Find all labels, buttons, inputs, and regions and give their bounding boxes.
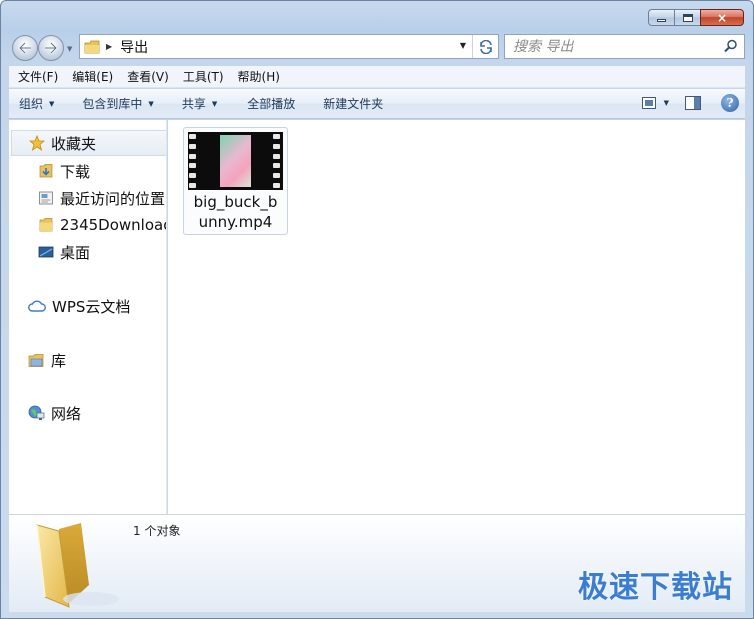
- sidebar-item-network[interactable]: 网络: [28, 402, 81, 424]
- organize-label: 组织: [19, 97, 44, 111]
- chevron-down-icon: ▼: [663, 99, 669, 107]
- minimize-button[interactable]: [648, 9, 674, 26]
- star-icon: [29, 135, 45, 151]
- navigation-pane: 收藏夹 下载 最近访问的位置 2345Downloads: [9, 120, 167, 514]
- film-strip-icon: [189, 134, 198, 188]
- video-thumbnail: [188, 132, 283, 190]
- maximize-icon: [682, 13, 693, 22]
- new-folder-label: 新建文件夹: [323, 97, 384, 111]
- new-folder-button[interactable]: 新建文件夹: [313, 95, 391, 112]
- file-name: big_buck_bunny.mp4: [193, 193, 278, 231]
- forward-button[interactable]: [38, 35, 64, 61]
- chevron-down-icon: ▼: [148, 99, 154, 108]
- sidebar-item-recent-places[interactable]: 最近访问的位置: [38, 187, 165, 209]
- sidebar-item-favorites[interactable]: 收藏夹: [11, 130, 166, 156]
- sidebar-item-library[interactable]: 库: [28, 349, 66, 371]
- file-list: big_buck_bunny.mp4: [168, 120, 745, 514]
- menu-tools[interactable]: 工具(T): [174, 68, 229, 85]
- folder-icon: [39, 218, 53, 232]
- preview-pane-button[interactable]: [685, 96, 701, 110]
- include-in-library-button[interactable]: 包含到库中 ▼: [72, 95, 161, 112]
- navigation-row: ▼ ▶ 导出 ▼: [1, 34, 753, 61]
- details-pane: 1 个对象 极速下载站: [9, 514, 745, 612]
- download-folder-icon: [39, 164, 53, 178]
- command-bar: 组织 ▼ 包含到库中 ▼ 共享 ▼ 全部播放 新建文件夹 ▼ ?: [9, 89, 745, 119]
- caption-buttons: ×: [648, 9, 744, 26]
- network-icon: [28, 405, 45, 420]
- address-history-dropdown-icon[interactable]: ▼: [460, 41, 466, 50]
- back-button[interactable]: [12, 35, 38, 61]
- file-item[interactable]: big_buck_bunny.mp4: [183, 127, 288, 235]
- search-icon[interactable]: [724, 39, 738, 53]
- sidebar-item-label: WPS云文档: [52, 297, 131, 316]
- sidebar-item-label: 2345Downloads: [60, 216, 166, 234]
- item-count: 1 个对象: [133, 524, 181, 538]
- organize-button[interactable]: 组织 ▼: [9, 95, 62, 112]
- chevron-down-icon: ▼: [49, 99, 55, 108]
- sidebar-item-downloads[interactable]: 下载: [38, 160, 90, 182]
- maximize-button[interactable]: [674, 9, 700, 26]
- address-bar[interactable]: ▶ 导出 ▼: [79, 34, 499, 59]
- refresh-button[interactable]: [472, 35, 498, 58]
- menu-edit[interactable]: 编辑(E): [63, 68, 118, 85]
- film-strip-icon: [273, 134, 282, 188]
- breadcrumb-separator-icon[interactable]: ▶: [106, 42, 112, 51]
- sidebar-item-label: 库: [51, 351, 67, 370]
- include-in-library-label: 包含到库中: [82, 97, 143, 111]
- sidebar-item-label: 网络: [51, 404, 82, 423]
- search-box[interactable]: [504, 34, 745, 59]
- library-icon: [28, 353, 44, 367]
- play-all-button[interactable]: 全部播放: [237, 95, 303, 112]
- sidebar-item-wps-cloud[interactable]: WPS云文档: [28, 295, 130, 317]
- play-all-label: 全部播放: [247, 97, 296, 111]
- search-input[interactable]: [513, 36, 723, 57]
- view-icon: [641, 97, 656, 109]
- close-icon: ×: [716, 10, 728, 25]
- chevron-down-icon: ▼: [211, 99, 218, 108]
- back-arrow-icon: [18, 42, 31, 54]
- watermark: 极速下载站: [578, 570, 733, 605]
- recent-pages-dropdown-icon[interactable]: ▼: [67, 45, 72, 53]
- menu-help[interactable]: 帮助(H): [229, 68, 285, 85]
- cloud-icon: [28, 300, 46, 312]
- close-button[interactable]: ×: [700, 9, 744, 26]
- explorer-window: × ▼ ▶ 导出 ▼ 搜索 导出 文件(F) 编辑(E) 查看(V) 工具(T)…: [0, 0, 754, 619]
- video-frame-image: [220, 135, 251, 187]
- help-icon[interactable]: ?: [721, 94, 739, 112]
- menu-view[interactable]: 查看(V): [118, 68, 174, 85]
- folder-large-icon: [36, 523, 119, 608]
- refresh-icon: [479, 39, 492, 54]
- sidebar-item-desktop[interactable]: 桌面: [38, 241, 90, 263]
- sidebar-item-label: 下载: [60, 162, 91, 181]
- sidebar-item-label: 收藏夹: [51, 134, 97, 153]
- breadcrumb-current-folder[interactable]: 导出: [120, 37, 148, 57]
- forward-arrow-icon: [45, 42, 58, 54]
- menu-bar: 文件(F) 编辑(E) 查看(V) 工具(T) 帮助(H): [9, 66, 745, 88]
- sidebar-item-label: 桌面: [60, 243, 91, 262]
- share-button[interactable]: 共享 ▼: [172, 95, 225, 112]
- menu-file[interactable]: 文件(F): [9, 68, 63, 85]
- view-controls: ▼ ?: [641, 94, 739, 112]
- recent-places-icon: [39, 191, 53, 205]
- share-label: 共享: [181, 97, 206, 111]
- folder-icon: [84, 40, 100, 53]
- sidebar-item-label: 最近访问的位置: [60, 189, 166, 208]
- change-view-button[interactable]: ▼: [641, 97, 669, 109]
- desktop-icon: [38, 246, 54, 258]
- sidebar-item-2345downloads[interactable]: 2345Downloads: [38, 214, 166, 236]
- minimize-icon: [657, 19, 666, 22]
